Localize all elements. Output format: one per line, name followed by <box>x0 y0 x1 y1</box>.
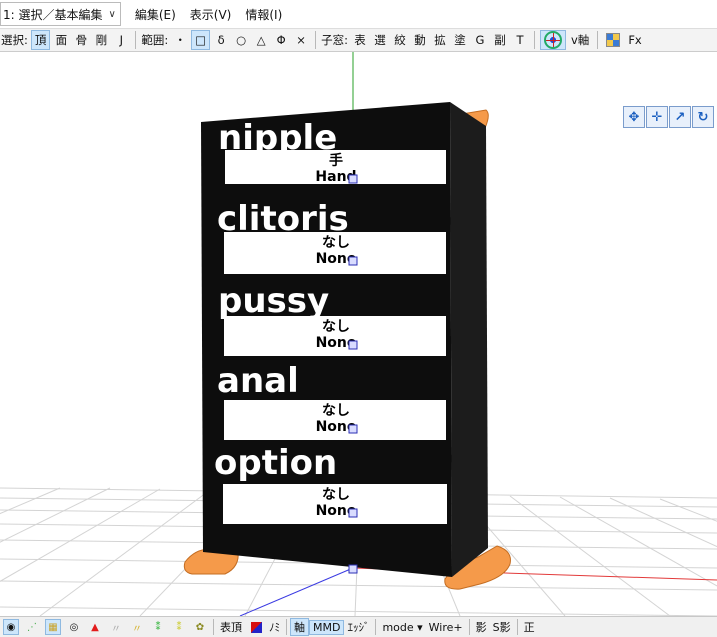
dash-yellow-icon[interactable]: 〃 <box>129 619 145 635</box>
z-axis-line <box>239 567 354 616</box>
zoom-arrow-icon: ↗ <box>674 109 686 125</box>
select-rigid-button[interactable]: 剛 <box>92 30 110 50</box>
status-mode-dropdown[interactable]: mode ▾ <box>379 621 425 634</box>
status-divider <box>286 619 287 635</box>
v-axis-button[interactable]: v軸 <box>568 30 592 50</box>
material-color-icon[interactable] <box>248 619 264 635</box>
camera-pan-button[interactable]: ✥ <box>623 106 645 128</box>
scene-canvas: nipple手HandclitorisなしNonepussyなしNoneanal… <box>0 52 717 616</box>
row-value-jp: なし <box>322 403 350 419</box>
row-value-jp: なし <box>322 235 350 251</box>
menu-edit[interactable]: 編集(E) <box>135 6 176 23</box>
range-phi-button[interactable]: Φ <box>272 30 290 50</box>
status-mmd-toggle[interactable]: MMD <box>309 619 345 635</box>
status-shadow-toggle[interactable]: 影 <box>473 619 490 635</box>
row-title: pussy <box>218 281 329 321</box>
select-joint-button[interactable]: J <box>112 30 130 50</box>
child-text-button[interactable]: T <box>511 30 529 50</box>
child-table-button[interactable]: 表 <box>351 30 369 50</box>
row-value-jp: 手 <box>329 152 343 169</box>
point-icon[interactable]: ◎ <box>66 619 82 635</box>
toolbar-divider <box>315 31 317 49</box>
range-point-button[interactable]: ・ <box>171 30 189 50</box>
row-title: option <box>214 443 337 483</box>
axis-ring-icon <box>544 31 562 49</box>
camera-move-button[interactable]: ✛ <box>646 106 668 128</box>
range-circle-button[interactable]: ○ <box>232 30 250 50</box>
status-only-toggle[interactable]: ﾉﾐ <box>266 619 283 635</box>
range-rect-button[interactable]: □ <box>191 30 211 50</box>
mode-select-value: 1: 選択／基本編集 <box>3 7 103 22</box>
fx-button[interactable]: Fx <box>625 30 644 50</box>
toolbar-divider <box>597 31 599 49</box>
select-bone-button[interactable]: 骨 <box>72 30 90 50</box>
camera-tools: ✥ ✛ ↗ ↻ <box>623 106 714 128</box>
child-scale-button[interactable]: 拡 <box>431 30 449 50</box>
select-label: 選択: <box>1 33 28 47</box>
vertex-handle[interactable] <box>348 256 358 266</box>
chevron-down-icon: ∨ <box>108 8 116 20</box>
child-paint-button[interactable]: 塗 <box>451 30 469 50</box>
menu-info[interactable]: 情報(I) <box>245 6 282 23</box>
status-bar: ◉ ⋰ ▦ ◎ ▲ 〃 〃 ⁑ ⁑ ✿ 表頂 ﾉﾐ 軸 MMD ｴｯｼﾞ mod… <box>0 616 717 637</box>
row-title: anal <box>217 361 299 401</box>
toolbar-divider <box>534 31 535 49</box>
status-divider <box>213 619 214 635</box>
app-window: 1: 選択／基本編集 ∨ 編集(E) 表示(V) 情報(I) 選択: 頂 面 骨… <box>0 0 717 637</box>
row-value-jp: なし <box>322 487 350 503</box>
vertex-handle[interactable] <box>348 340 358 350</box>
fx-grid-button[interactable] <box>603 30 623 50</box>
vertex-handle[interactable] <box>348 424 358 434</box>
row-value-jp: なし <box>322 319 350 335</box>
fx-grid-icon <box>606 33 621 47</box>
triangle-icon[interactable]: ▲ <box>87 619 103 635</box>
status-divider <box>375 619 377 635</box>
status-edge-toggle[interactable]: ｴｯｼﾞ <box>344 619 372 635</box>
range-triangle-button[interactable]: △ <box>252 30 270 50</box>
select-face-button[interactable]: 面 <box>52 30 70 50</box>
menu-view[interactable]: 表示(V) <box>190 6 232 23</box>
dash-gray-icon[interactable]: 〃 <box>108 619 124 635</box>
status-front-view[interactable]: 正 <box>521 619 538 635</box>
status-divider <box>516 619 518 635</box>
axis-toggle-button[interactable] <box>540 30 566 50</box>
child-sub-button[interactable]: 副 <box>491 30 509 50</box>
3d-viewport[interactable]: nipple 手 Hand clitoris なし None pussy なし None anal… <box>0 52 717 616</box>
status-selfshadow-toggle[interactable]: S影 <box>490 619 514 635</box>
child-filter-button[interactable]: 絞 <box>391 30 409 50</box>
bone-yellow-icon[interactable]: ⁑ <box>171 619 187 635</box>
camera-zoom-button[interactable]: ↗ <box>669 106 691 128</box>
range-label: 範囲: <box>141 33 169 47</box>
camera-rotate-button[interactable]: ↻ <box>692 106 714 128</box>
board-side <box>450 102 488 577</box>
vertex-handle[interactable] <box>348 508 358 518</box>
child-move-button[interactable]: 動 <box>411 30 429 50</box>
range-delta-button[interactable]: δ <box>212 30 230 50</box>
status-axis-toggle[interactable]: 軸 <box>290 618 309 636</box>
vertex-handle[interactable] <box>348 174 358 184</box>
toolbar-divider <box>135 31 137 49</box>
mode-select[interactable]: 1: 選択／基本編集 ∨ <box>0 2 121 26</box>
tool-bar: 選択: 頂 面 骨 剛 J 範囲: ・ □ δ ○ △ Φ × 子窓: 表 選 … <box>0 28 717 52</box>
range-clear-button[interactable]: × <box>292 30 310 50</box>
child-select-button[interactable]: 選 <box>371 30 389 50</box>
child-window-label: 子窓: <box>321 33 348 47</box>
child-group-button[interactable]: G <box>471 30 489 50</box>
move-cross-icon: ✛ <box>651 109 663 125</box>
move-arrows-icon: ✥ <box>628 109 640 125</box>
joint-icon[interactable]: ✿ <box>192 619 208 635</box>
target-icon[interactable]: ◉ <box>3 619 19 635</box>
status-surface-vertex[interactable]: 表頂 <box>217 619 245 635</box>
mesh-pattern-icon[interactable]: ▦ <box>45 619 61 635</box>
bottom-vertex-handle <box>348 564 358 574</box>
status-divider <box>468 619 470 635</box>
select-vertex-button[interactable]: 頂 <box>30 30 51 50</box>
wire-green-icon[interactable]: ⋰ <box>24 619 40 635</box>
bone-green-icon[interactable]: ⁑ <box>150 619 166 635</box>
menu-bar: 1: 選択／基本編集 ∨ 編集(E) 表示(V) 情報(I) <box>0 0 717 28</box>
rotate-icon: ↻ <box>697 109 709 125</box>
status-wire-toggle[interactable]: Wire+ <box>426 621 466 634</box>
